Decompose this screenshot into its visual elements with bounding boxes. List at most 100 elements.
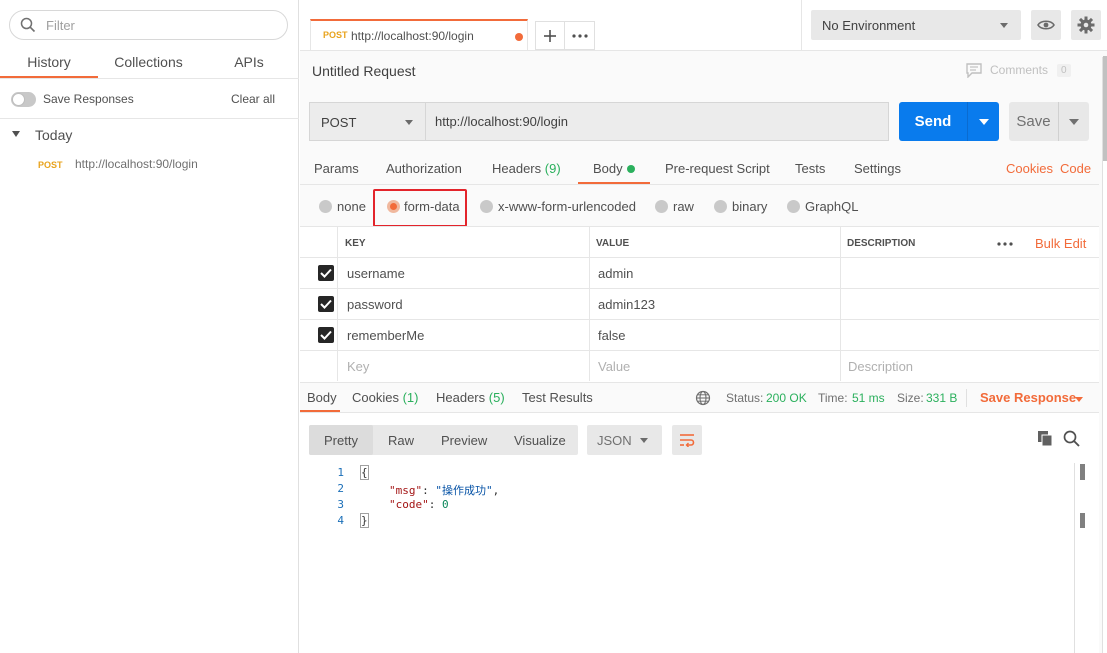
settings-button[interactable]: [1071, 10, 1101, 40]
environment-select[interactable]: No Environment: [811, 10, 1021, 40]
send-options-button[interactable]: [967, 102, 999, 141]
description-cell[interactable]: [840, 258, 1099, 288]
tab-tests[interactable]: Tests: [795, 161, 825, 176]
view-pretty-button[interactable]: Pretty: [324, 433, 358, 448]
size-label: Size:: [897, 391, 924, 405]
bulk-edit-button[interactable]: Bulk Edit: [1035, 236, 1086, 251]
save-button[interactable]: Save: [1009, 102, 1058, 141]
value-cell[interactable]: false: [589, 320, 840, 350]
radio-graphql[interactable]: [787, 200, 800, 213]
wrap-lines-icon: [680, 434, 695, 447]
tab-headers[interactable]: Headers (9): [492, 161, 561, 176]
history-group-today[interactable]: Today: [35, 127, 72, 143]
radio-x-www-form-urlencoded-label[interactable]: x-www-form-urlencoded: [498, 199, 636, 214]
row-checkbox[interactable]: [318, 327, 334, 343]
method-label: POST: [321, 115, 357, 130]
row-checkbox[interactable]: [318, 296, 334, 312]
radio-binary-label[interactable]: binary: [732, 199, 767, 214]
check-icon: [320, 268, 332, 278]
response-tab-cookies-count: (1): [402, 390, 419, 405]
response-tab-body[interactable]: Body: [307, 390, 337, 405]
line-number: 1: [337, 466, 344, 479]
radio-raw[interactable]: [655, 200, 668, 213]
new-tab-button[interactable]: [535, 21, 565, 50]
code-scrollbar-marker[interactable]: [1080, 513, 1085, 528]
environment-label: No Environment: [822, 18, 916, 33]
key-cell[interactable]: password: [337, 289, 589, 319]
description-cell[interactable]: [840, 289, 1099, 319]
filter-field[interactable]: [9, 10, 288, 40]
globe-icon[interactable]: [695, 390, 711, 406]
code-scrollbar-marker[interactable]: [1080, 464, 1085, 480]
radio-x-www-form-urlencoded[interactable]: [480, 200, 493, 213]
history-item-url[interactable]: http://localhost:90/login: [75, 157, 198, 171]
time-value[interactable]: 51 ms: [852, 391, 885, 405]
divider: [300, 382, 1099, 383]
value-cell[interactable]: admin: [589, 258, 840, 288]
copy-icon[interactable]: [1037, 430, 1054, 447]
tab-collections[interactable]: Collections: [98, 54, 199, 78]
check-icon: [320, 330, 332, 340]
chevron-down-icon[interactable]: [1075, 397, 1083, 402]
more-icon[interactable]: [997, 234, 1013, 249]
response-tab-cookies[interactable]: Cookies (1): [352, 390, 418, 405]
unsaved-dot-icon[interactable]: [515, 33, 523, 41]
key-cell[interactable]: Key: [337, 351, 589, 381]
language-select[interactable]: JSON: [587, 425, 662, 455]
code-link[interactable]: Code: [1060, 161, 1091, 176]
radio-raw-label[interactable]: raw: [673, 199, 694, 214]
save-options-button[interactable]: [1058, 102, 1089, 141]
chevron-down-icon: [1000, 23, 1008, 28]
column-key: KEY: [337, 227, 589, 257]
response-tab-headers[interactable]: Headers (5): [436, 390, 505, 405]
tab-params[interactable]: Params: [314, 161, 359, 176]
main-scrollbar-thumb[interactable]: [1103, 56, 1107, 161]
save-responses-toggle[interactable]: [11, 92, 36, 107]
size-value[interactable]: 331 B: [926, 391, 957, 405]
tab-history[interactable]: History: [0, 54, 98, 78]
cookies-link[interactable]: Cookies: [1006, 161, 1053, 176]
comment-icon[interactable]: [966, 63, 982, 79]
tab-apis[interactable]: APIs: [199, 54, 299, 78]
save-response-button[interactable]: Save Response: [980, 390, 1076, 405]
description-placeholder: Description: [848, 359, 914, 374]
value-cell[interactable]: Value: [589, 351, 840, 381]
url-field[interactable]: [425, 102, 889, 141]
wrap-lines-button[interactable]: [672, 425, 702, 455]
key-cell[interactable]: username: [337, 258, 589, 288]
tab-authorization[interactable]: Authorization: [386, 161, 462, 176]
key-text: rememberMe: [347, 328, 425, 343]
send-button[interactable]: Send: [899, 102, 967, 141]
tab-headers-count: (9): [544, 161, 561, 176]
view-preview-button[interactable]: Preview: [441, 433, 487, 448]
description-cell[interactable]: [840, 320, 1099, 350]
caret-down-icon[interactable]: [12, 131, 20, 137]
status-value[interactable]: 200 OK: [766, 391, 807, 405]
method-select[interactable]: POST: [309, 102, 425, 141]
response-tab-test-results[interactable]: Test Results: [522, 390, 593, 405]
json-key: "msg": [389, 484, 423, 497]
request-title[interactable]: Untitled Request: [312, 63, 416, 79]
radio-none[interactable]: [319, 200, 332, 213]
description-cell[interactable]: Description: [840, 351, 1099, 381]
tab-pre-request-script[interactable]: Pre-request Script: [665, 161, 770, 176]
radio-binary[interactable]: [714, 200, 727, 213]
radio-none-label[interactable]: none: [337, 199, 366, 214]
comments-button[interactable]: Comments: [990, 63, 1048, 77]
filter-input[interactable]: [46, 16, 276, 34]
more-tabs-button[interactable]: [565, 21, 595, 50]
tab-settings[interactable]: Settings: [854, 161, 901, 176]
radio-graphql-label[interactable]: GraphQL: [805, 199, 858, 214]
tab-body[interactable]: Body: [593, 161, 623, 176]
view-raw-button[interactable]: Raw: [388, 433, 414, 448]
request-tab[interactable]: POST http://localhost:90/login: [310, 19, 528, 50]
search-icon[interactable]: [1063, 430, 1080, 447]
clear-all-button[interactable]: Clear all: [231, 92, 275, 106]
code-scrollbar-track[interactable]: [1074, 463, 1075, 653]
row-checkbox[interactable]: [318, 265, 334, 281]
environment-quick-look-button[interactable]: [1031, 10, 1061, 40]
value-cell[interactable]: admin123: [589, 289, 840, 319]
key-cell[interactable]: rememberMe: [337, 320, 589, 350]
url-input[interactable]: [435, 114, 875, 129]
view-visualize-button[interactable]: Visualize: [514, 433, 566, 448]
